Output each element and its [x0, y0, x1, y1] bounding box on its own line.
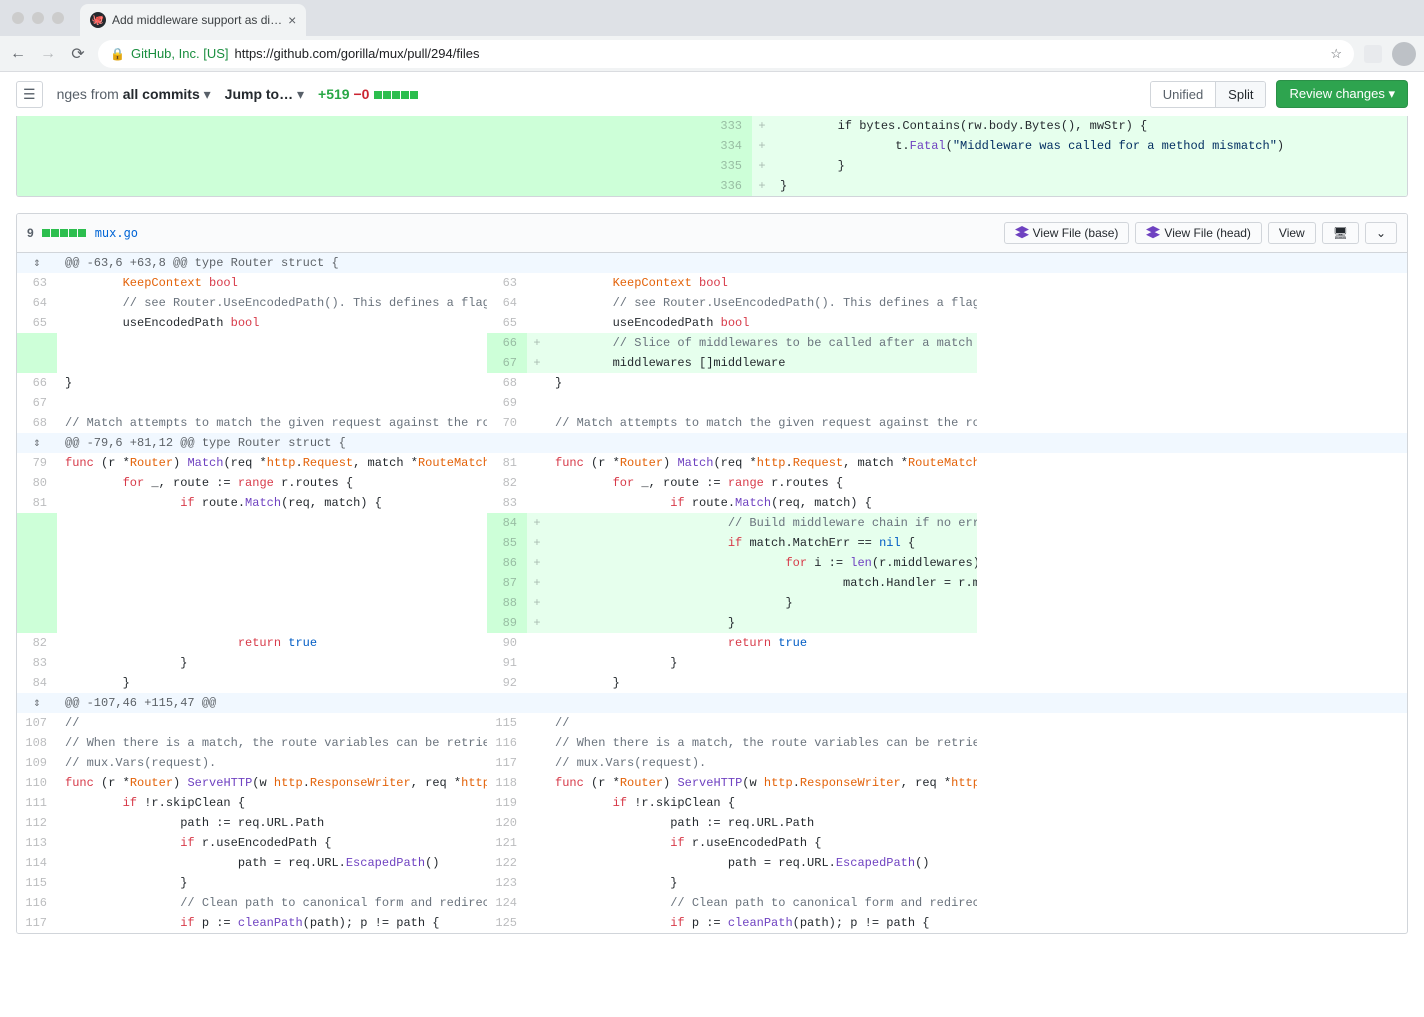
diffstat: +519 −0	[318, 86, 418, 102]
code-row[interactable]: 6769	[17, 393, 1407, 413]
file-header: 9 mux.go View File (base) View File (hea…	[17, 214, 1407, 253]
file-tree-toggle-icon[interactable]: ☰	[16, 81, 43, 108]
code-row[interactable]: 65 useEncodedPath bool65 useEncodedPath …	[17, 313, 1407, 333]
code-row[interactable]: 114 path = req.URL.EscapedPath()122 path…	[17, 853, 1407, 873]
code-row[interactable]: 87+ match.Handler = r.middlewares[i].Mid…	[17, 573, 1407, 593]
file-name[interactable]: mux.go	[95, 226, 138, 240]
hunk-header: ⇕@@ -79,6 +81,12 @@ type Router struct {	[17, 433, 1407, 453]
hunk-header: ⇕@@ -107,46 +115,47 @@	[17, 693, 1407, 713]
view-file-button[interactable]: View	[1268, 222, 1316, 244]
code-row[interactable]: 110func (r *Router) ServeHTTP(w http.Res…	[17, 773, 1407, 793]
expand-hunk-icon[interactable]: ⇕	[17, 433, 57, 453]
window-controls[interactable]	[12, 12, 64, 24]
expand-hunk-icon[interactable]: ⇕	[17, 253, 57, 273]
code-row[interactable]: 80 for _, route := range r.routes {82 fo…	[17, 473, 1407, 493]
code-row[interactable]: 81 if route.Match(req, match) {83 if rou…	[17, 493, 1407, 513]
code-row[interactable]: 113 if r.useEncodedPath {121 if r.useEnc…	[17, 833, 1407, 853]
browser-tab-strip: 🐙 Add middleware support as di… ×	[0, 0, 1424, 36]
code-row[interactable]: 67+ middlewares []middleware	[17, 353, 1407, 373]
code-row[interactable]: 66}68}	[17, 373, 1407, 393]
code-row[interactable]: 336+}	[17, 176, 1407, 196]
review-changes-button[interactable]: Review changes ▾	[1276, 80, 1408, 108]
file-stat-blocks	[42, 226, 87, 240]
code-row[interactable]: 108// When there is a match, the route v…	[17, 733, 1407, 753]
browser-tab[interactable]: 🐙 Add middleware support as di… ×	[80, 4, 306, 36]
code-row[interactable]: 89+ }	[17, 613, 1407, 633]
code-row[interactable]: 116 // Clean path to canonical form and …	[17, 893, 1407, 913]
back-icon[interactable]: ←	[8, 45, 28, 63]
browser-address-bar-row: ← → ⟳ 🔒 GitHub, Inc. [US] https://github…	[0, 36, 1424, 72]
github-favicon: 🐙	[90, 12, 106, 28]
bookmark-star-icon[interactable]: ☆	[1330, 46, 1342, 62]
display-options-icon[interactable]: 🖥	[1322, 222, 1359, 244]
code-row[interactable]: 112 path := req.URL.Path120 path := req.…	[17, 813, 1407, 833]
commits-filter[interactable]: nges from all commits ▾	[57, 86, 211, 103]
forward-icon[interactable]: →	[38, 45, 58, 63]
jump-to-menu[interactable]: Jump to… ▾	[225, 86, 304, 103]
address-bar[interactable]: 🔒 GitHub, Inc. [US] https://github.com/g…	[98, 40, 1354, 68]
hunk-header: ⇕@@ -63,6 +63,8 @@ type Router struct {	[17, 253, 1407, 273]
code-row[interactable]: 333+ if bytes.Contains(rw.body.Bytes(), …	[17, 116, 1407, 136]
unified-button[interactable]: Unified	[1151, 82, 1215, 107]
code-row[interactable]: 107//115//	[17, 713, 1407, 733]
code-row[interactable]: 84 }92 }	[17, 673, 1407, 693]
reload-icon[interactable]: ⟳	[68, 44, 88, 64]
url-org: GitHub, Inc. [US]	[131, 46, 229, 61]
code-row[interactable]: 64 // see Router.UseEncodedPath(). This …	[17, 293, 1407, 313]
prev-file-tail: 333+ if bytes.Contains(rw.body.Bytes(), …	[16, 116, 1408, 197]
diff-toolbar: ☰ nges from all commits ▾ Jump to… ▾ +51…	[0, 72, 1424, 116]
extension-icon[interactable]	[1364, 45, 1382, 63]
code-row[interactable]: 115 }123 }	[17, 873, 1407, 893]
split-button[interactable]: Split	[1215, 82, 1265, 107]
code-row[interactable]: 84+ // Build middleware chain if no erro…	[17, 513, 1407, 533]
code-row[interactable]: 83 }91 }	[17, 653, 1407, 673]
code-row[interactable]: 117 if p := cleanPath(path); p != path {…	[17, 913, 1407, 933]
tab-title: Add middleware support as di…	[112, 13, 282, 27]
code-row[interactable]: 66+ // Slice of middlewares to be called…	[17, 333, 1407, 353]
code-row[interactable]: 88+ }	[17, 593, 1407, 613]
code-row[interactable]: 82 return true90 return true	[17, 633, 1407, 653]
view-file-base-button[interactable]: View File (base)	[1004, 222, 1130, 244]
code-row[interactable]: 86+ for i := len(r.middlewares) - 1; i >…	[17, 553, 1407, 573]
view-file-head-button[interactable]: View File (head)	[1135, 222, 1261, 244]
file-change-count: 9	[27, 226, 34, 240]
code-row[interactable]: 111 if !r.skipClean {119 if !r.skipClean…	[17, 793, 1407, 813]
code-row[interactable]: 68// Match attempts to match the given r…	[17, 413, 1407, 433]
lock-icon: 🔒	[110, 47, 125, 61]
file-diff-mux-go: 9 mux.go View File (base) View File (hea…	[16, 213, 1408, 934]
diff-table: ⇕@@ -63,6 +63,8 @@ type Router struct {6…	[17, 253, 1407, 933]
tab-close-icon[interactable]: ×	[288, 12, 296, 28]
profile-avatar[interactable]	[1392, 42, 1416, 66]
code-row[interactable]: 79func (r *Router) Match(req *http.Reque…	[17, 453, 1407, 473]
code-row[interactable]: 85+ if match.MatchErr == nil {	[17, 533, 1407, 553]
code-row[interactable]: 109// mux.Vars(request).117// mux.Vars(r…	[17, 753, 1407, 773]
code-row[interactable]: 334+ t.Fatal("Middleware was called for …	[17, 136, 1407, 156]
collapse-file-icon[interactable]: ⌄	[1365, 222, 1397, 244]
diff-view-toggle: Unified Split	[1150, 81, 1267, 108]
code-row[interactable]: 335+ }	[17, 156, 1407, 176]
expand-hunk-icon[interactable]: ⇕	[17, 693, 57, 713]
url-text: https://github.com/gorilla/mux/pull/294/…	[235, 46, 480, 61]
code-row[interactable]: 63 KeepContext bool63 KeepContext bool	[17, 273, 1407, 293]
